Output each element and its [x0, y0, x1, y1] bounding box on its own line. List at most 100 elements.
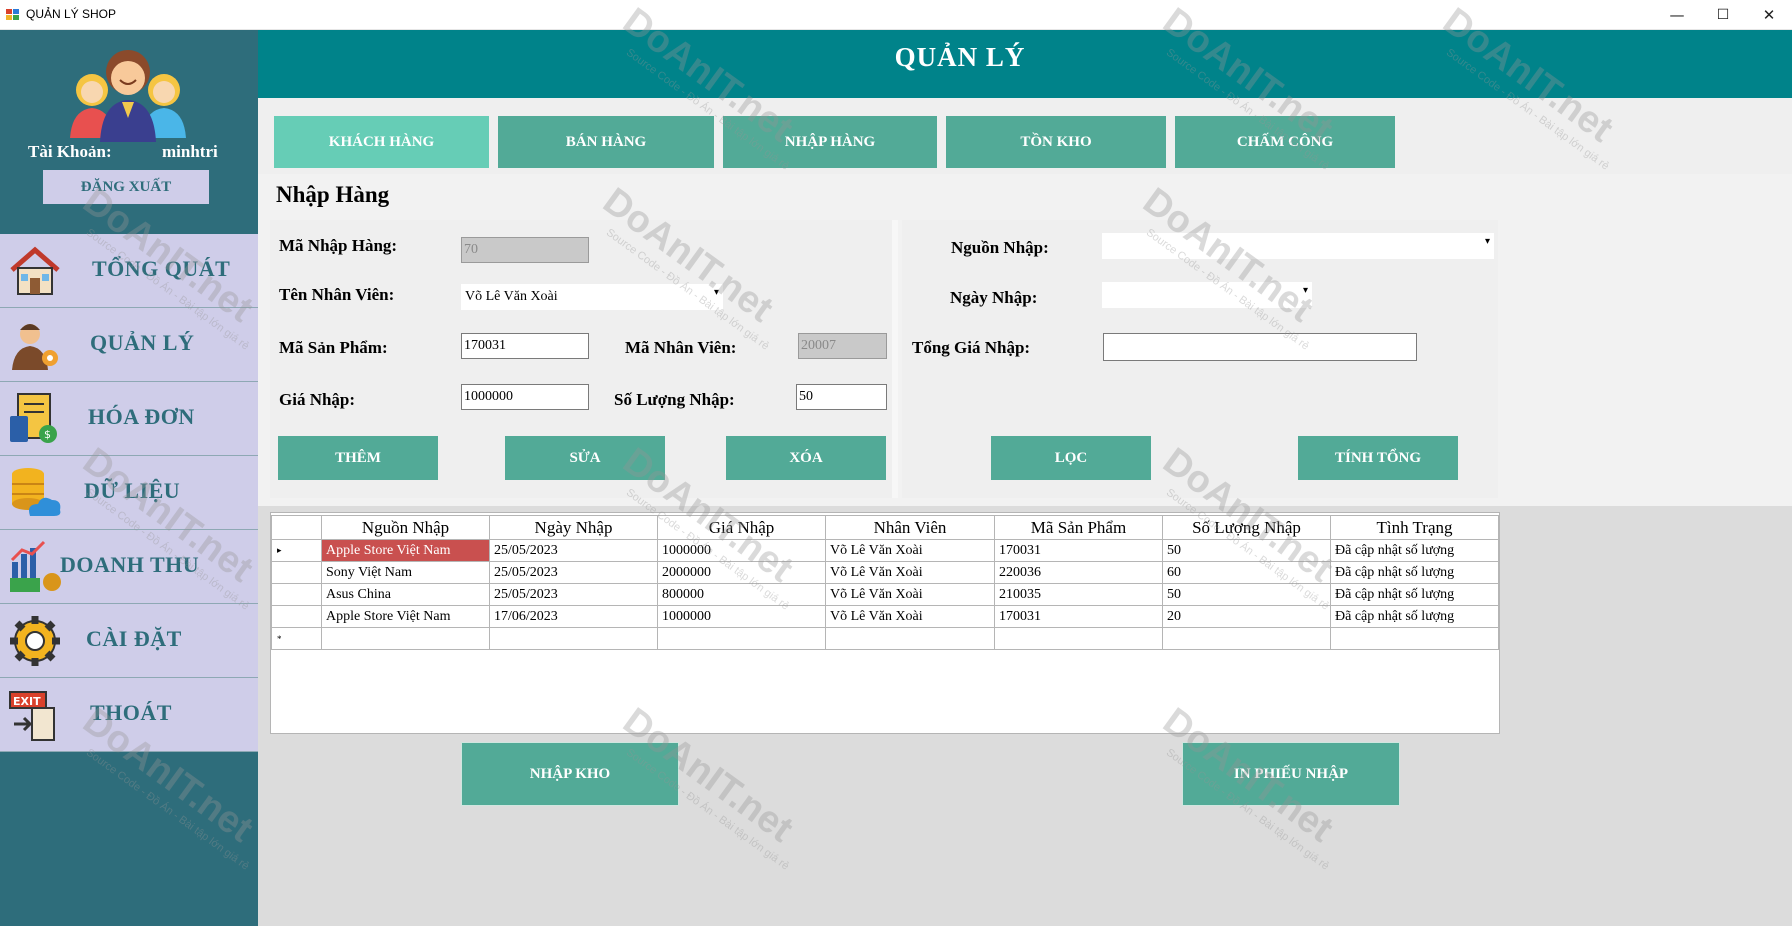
sidebar-item-label: TỔNG QUÁT	[92, 256, 231, 281]
tab-sales[interactable]: BÁN HÀNG	[498, 116, 714, 168]
table-cell[interactable]: 2000000	[657, 561, 826, 584]
column-header[interactable]: Tình Trạng	[1330, 515, 1499, 540]
table-cell[interactable]: 60	[1162, 561, 1331, 584]
table-row[interactable]: Asus China 25/05/2023 800000 Võ Lê Văn X…	[271, 583, 1499, 606]
table-cell[interactable]	[489, 627, 658, 650]
table-cell[interactable]: 50	[1162, 583, 1331, 606]
logout-button[interactable]: ĐĂNG XUẤT	[43, 170, 209, 204]
table-cell[interactable]: 220036	[994, 561, 1163, 584]
calculate-total-button[interactable]: TÍNH TỔNG	[1298, 436, 1458, 480]
row-header[interactable]	[271, 561, 322, 584]
import-price-field[interactable]: 1000000	[461, 384, 589, 410]
table-cell[interactable]: 170031	[994, 539, 1163, 562]
account-username: minhtri	[162, 142, 218, 161]
sidebar-item-label: CÀI ĐẶT	[86, 626, 182, 651]
table-cell[interactable]: 25/05/2023	[489, 583, 658, 606]
sidebar-item-revenue[interactable]: DOANH THU	[0, 530, 258, 604]
product-id-label: Mã Sản Phẩm:	[279, 338, 388, 357]
table-cell[interactable]: 25/05/2023	[489, 539, 658, 562]
table-cell[interactable]: 17/06/2023	[489, 605, 658, 628]
table-row[interactable]: Apple Store Việt Nam 17/06/2023 1000000 …	[271, 605, 1499, 628]
sidebar-item-exit[interactable]: EXIT THOÁT	[0, 678, 258, 752]
import-date-picker[interactable]: ▾	[1102, 282, 1312, 308]
column-header[interactable]: Nhân Viên	[825, 515, 995, 540]
table-cell[interactable]: Võ Lê Văn Xoài	[825, 539, 995, 562]
table-cell[interactable]: Đã cập nhật số lượng	[1330, 561, 1499, 584]
sidebar-item-overview[interactable]: TỔNG QUÁT	[0, 234, 258, 308]
table-cell[interactable]: 170031	[994, 605, 1163, 628]
table-cell[interactable]	[1162, 627, 1331, 650]
table-cell[interactable]	[825, 627, 995, 650]
column-header[interactable]: Mã Sản Phẩm	[994, 515, 1163, 540]
table-cell[interactable]: Asus China	[321, 583, 490, 606]
table-cell[interactable]	[994, 627, 1163, 650]
total-import-price-field[interactable]	[1103, 333, 1417, 361]
sidebar-item-data[interactable]: DỮ LIỆU	[0, 456, 258, 530]
print-import-slip-button[interactable]: IN PHIẾU NHẬP	[1182, 742, 1400, 806]
new-row-indicator[interactable]: *	[271, 627, 322, 650]
tab-imports[interactable]: NHẬP HÀNG	[723, 116, 937, 168]
column-header[interactable]: Ngày Nhập	[489, 515, 658, 540]
table-cell[interactable]	[1330, 627, 1499, 650]
sidebar-item-settings[interactable]: CÀI ĐẶT	[0, 604, 258, 678]
import-quantity-field[interactable]: 50	[796, 384, 887, 410]
minimize-button[interactable]: —	[1654, 0, 1700, 30]
table-cell[interactable]: Apple Store Việt Nam	[321, 605, 490, 628]
import-id-field[interactable]: 70	[461, 237, 589, 263]
table-cell[interactable]: 20	[1162, 605, 1331, 628]
sidebar-item-management[interactable]: QUẢN LÝ	[0, 308, 258, 382]
table-row[interactable]: ▸ Apple Store Việt Nam 25/05/2023 100000…	[271, 539, 1499, 562]
table-cell[interactable]: Đã cập nhật số lượng	[1330, 605, 1499, 628]
table-row[interactable]: Sony Việt Nam 25/05/2023 2000000 Võ Lê V…	[271, 561, 1499, 584]
employee-name-select[interactable]: Võ Lê Văn Xoài ▾	[461, 284, 723, 310]
import-grid[interactable]: Nguồn Nhập Ngày Nhập Giá Nhập Nhân Viên …	[270, 512, 1500, 734]
maximize-button[interactable]: ☐	[1700, 0, 1746, 30]
table-cell[interactable]: Sony Việt Nam	[321, 561, 490, 584]
column-header[interactable]: Nguồn Nhập	[321, 515, 490, 540]
column-header[interactable]: Giá Nhập	[657, 515, 826, 540]
table-cell[interactable]: Võ Lê Văn Xoài	[825, 561, 995, 584]
sidebar-item-label: HÓA ĐƠN	[88, 404, 195, 429]
tab-customers[interactable]: KHÁCH HÀNG	[274, 116, 489, 168]
tab-timekeeping[interactable]: CHẤM CÔNG	[1175, 116, 1395, 168]
table-cell[interactable]: 50	[1162, 539, 1331, 562]
close-button[interactable]: ✕	[1746, 0, 1792, 30]
exit-icon: EXIT	[9, 691, 55, 741]
table-cell[interactable]: 1000000	[657, 605, 826, 628]
employee-id-field[interactable]: 20007	[798, 333, 887, 359]
row-header[interactable]	[271, 605, 322, 628]
product-id-field[interactable]: 170031	[461, 333, 589, 359]
import-source-select[interactable]: ▾	[1102, 233, 1494, 259]
table-cell[interactable]	[657, 627, 826, 650]
employee-id-label: Mã Nhân Viên:	[625, 338, 737, 357]
import-to-stock-button[interactable]: NHẬP KHO	[461, 742, 679, 806]
new-table-row[interactable]: *	[271, 627, 1499, 650]
table-cell[interactable]: Đã cập nhật số lượng	[1330, 539, 1499, 562]
sidebar: Tài Khoản: minhtri ĐĂNG XUẤT TỔNG QUÁT Q…	[0, 30, 258, 926]
table-cell[interactable]	[321, 627, 490, 650]
table-cell[interactable]: Võ Lê Văn Xoài	[825, 605, 995, 628]
column-header[interactable]: Số Lượng Nhập	[1162, 515, 1331, 540]
tab-inventory[interactable]: TỒN KHO	[946, 116, 1166, 168]
sidebar-item-label: DỮ LIỆU	[84, 478, 181, 503]
add-button[interactable]: THÊM	[278, 436, 438, 480]
table-cell[interactable]: 25/05/2023	[489, 561, 658, 584]
table-cell[interactable]: Võ Lê Văn Xoài	[825, 583, 995, 606]
table-cell[interactable]: 800000	[657, 583, 826, 606]
import-table: Nguồn Nhập Ngày Nhập Giá Nhập Nhân Viên …	[271, 515, 1499, 650]
delete-button[interactable]: XÓA	[726, 436, 886, 480]
sidebar-item-label: DOANH THU	[60, 552, 200, 577]
table-cell[interactable]: Đã cập nhật số lượng	[1330, 583, 1499, 606]
row-header[interactable]	[271, 583, 322, 606]
manager-icon	[12, 324, 58, 370]
table-cell[interactable]: 1000000	[657, 539, 826, 562]
edit-button[interactable]: SỬA	[505, 436, 665, 480]
table-cell[interactable]: Apple Store Việt Nam	[321, 539, 490, 562]
sidebar-item-invoices[interactable]: $ HÓA ĐƠN	[0, 382, 258, 456]
filter-button[interactable]: LỌC	[991, 436, 1151, 480]
table-cell[interactable]: 210035	[994, 583, 1163, 606]
import-quantity-label: Số Lượng Nhập:	[614, 390, 735, 409]
current-row-indicator[interactable]: ▸	[271, 539, 322, 562]
employee-name-label: Tên Nhân Viên:	[279, 285, 395, 304]
page-header: QUẢN LÝ	[258, 30, 1792, 98]
